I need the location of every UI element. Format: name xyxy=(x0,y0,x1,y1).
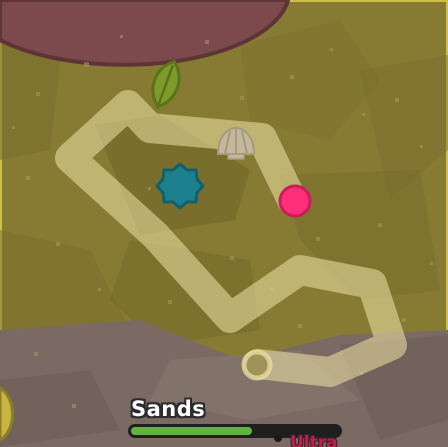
game-world[interactable] xyxy=(0,0,448,447)
target-mob-name: Sands xyxy=(131,397,206,421)
blue-starfish-icon[interactable] xyxy=(155,162,205,210)
target-rarity-label: Ultra xyxy=(290,433,338,447)
health-bar-marker xyxy=(274,434,282,442)
target-health-fill xyxy=(131,427,252,435)
trail-end-marker xyxy=(241,349,273,381)
pink-circle-player-icon[interactable] xyxy=(278,184,312,218)
game-viewport[interactable]: Sands Ultra xyxy=(0,0,448,447)
